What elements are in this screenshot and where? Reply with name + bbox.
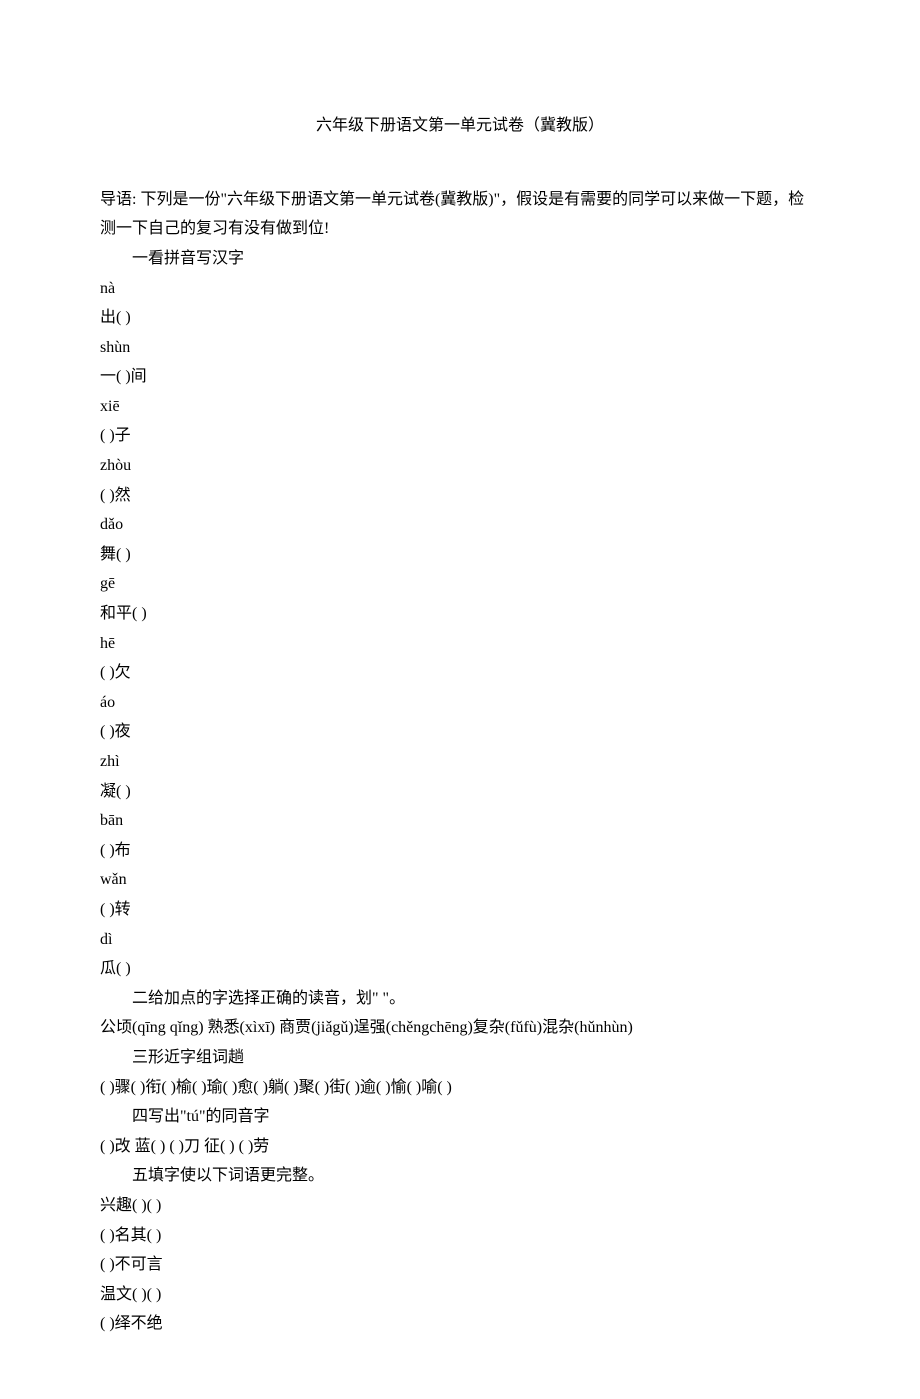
blank-item: 舞( ) (100, 540, 820, 570)
intro-paragraph: 导语: 下列是一份"六年级下册语文第一单元试卷(冀教版)"，假设是有需要的同学可… (100, 185, 820, 244)
section-4-heading: 四写出"tú"的同音字 (100, 1102, 820, 1132)
pinyin-item: wǎn (100, 865, 820, 895)
blank-item: ( )布 (100, 836, 820, 866)
blank-item: ( )欠 (100, 658, 820, 688)
section-2-content: 公顷(qīng qǐng) 熟悉(xìxī) 商贾(jiǎgǔ)逞强(chěng… (100, 1013, 820, 1043)
page-title: 六年级下册语文第一单元试卷（冀教版） (100, 111, 820, 135)
pinyin-item: dì (100, 925, 820, 955)
section-5-item: ( )不可言 (100, 1250, 820, 1280)
pinyin-item: hē (100, 629, 820, 659)
document-page: 六年级下册语文第一单元试卷（冀教版） 导语: 下列是一份"六年级下册语文第一单元… (0, 0, 920, 1399)
blank-item: 一( )间 (100, 362, 820, 392)
pinyin-item: xiē (100, 392, 820, 422)
section-4-content: ( )改 蓝( ) ( )刀 征( ) ( )劳 (100, 1132, 820, 1162)
section-5-heading: 五填字使以下词语更完整。 (100, 1161, 820, 1191)
blank-item: 出( ) (100, 303, 820, 333)
pinyin-item: gē (100, 569, 820, 599)
pinyin-item: áo (100, 688, 820, 718)
pinyin-item: bān (100, 806, 820, 836)
blank-item: ( )夜 (100, 717, 820, 747)
pinyin-item: dǎo (100, 510, 820, 540)
section-5-item: 温文( )( ) (100, 1280, 820, 1310)
blank-item: ( )转 (100, 895, 820, 925)
section-2-heading: 二给加点的字选择正确的读音，划" "。 (100, 984, 820, 1014)
section-5-item: ( )名其( ) (100, 1221, 820, 1251)
blank-item: 凝( ) (100, 777, 820, 807)
blank-item: 和平( ) (100, 599, 820, 629)
blank-item: ( )子 (100, 421, 820, 451)
section-3-heading: 三形近字组词趟 (100, 1043, 820, 1073)
pinyin-item: zhòu (100, 451, 820, 481)
blank-item: ( )然 (100, 481, 820, 511)
blank-item: 瓜( ) (100, 954, 820, 984)
section-1-heading: 一看拼音写汉字 (100, 244, 820, 274)
section-3-content: ( )骤( )衔( )榆( )瑜( )愈( )躺( )聚( )街( )逾( )愉… (100, 1073, 820, 1103)
section-5-item: 兴趣( )( ) (100, 1191, 820, 1221)
pinyin-item: nà (100, 274, 820, 304)
pinyin-item: zhì (100, 747, 820, 777)
pinyin-item: shùn (100, 333, 820, 363)
section-5-item: ( )绎不绝 (100, 1309, 820, 1339)
